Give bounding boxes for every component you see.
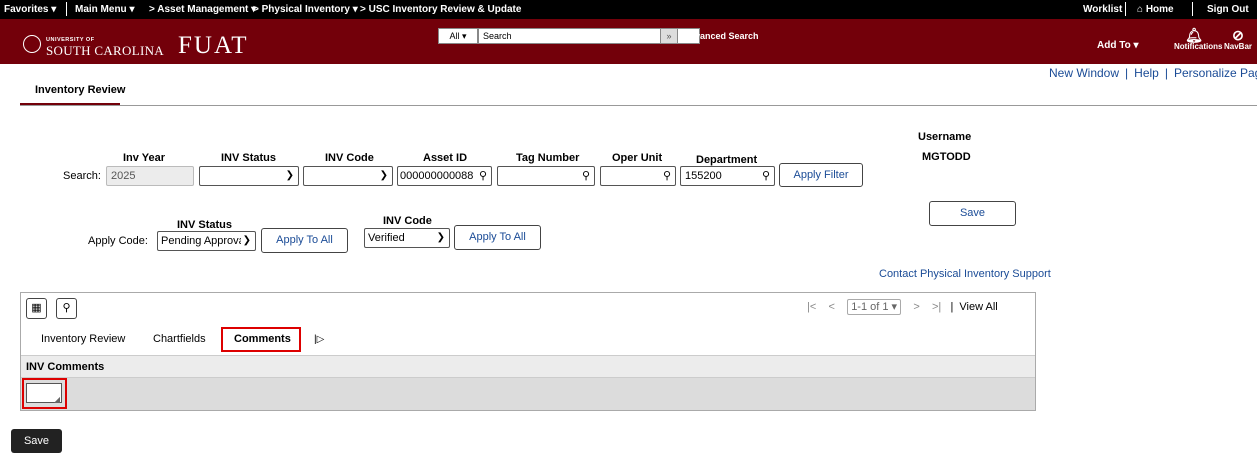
breadcrumb-physical-inventory[interactable]: > Physical Inventory ▾: [253, 4, 358, 15]
chevron-down-icon: ❯: [285, 170, 294, 181]
inv-code-label: INV Code: [325, 152, 374, 164]
chevron-down-icon: ❯: [379, 170, 388, 181]
next-page-icon[interactable]: >: [913, 301, 919, 313]
inv-year-label: Inv Year: [123, 152, 165, 164]
home-link[interactable]: ⌂ Home: [1137, 4, 1174, 15]
utility-links: New Window | Help | Personalize Page: [1049, 66, 1257, 80]
apply-code-label: Apply Code:: [88, 235, 148, 247]
navbar-button[interactable]: ⊘ NavBar: [1224, 28, 1252, 51]
contact-support-link[interactable]: Contact Physical Inventory Support: [879, 268, 1051, 280]
sign-out-link[interactable]: Sign Out: [1207, 4, 1249, 15]
apply-inv-code-select[interactable]: Verified ❯: [364, 228, 450, 248]
highlight-box: [221, 327, 301, 352]
column-inv-comments: INV Comments: [26, 361, 105, 373]
divider: |: [1125, 66, 1129, 80]
app-title: FUAT: [178, 32, 249, 59]
advanced-search-link[interactable]: Advanced Search: [683, 31, 759, 41]
compass-icon: ⊘: [1232, 27, 1244, 43]
table-row: ◢: [21, 378, 1035, 410]
apply-inv-status-select[interactable]: Pending Approva ❯: [157, 231, 256, 251]
apply-to-all-code-button[interactable]: Apply To All: [454, 225, 541, 250]
department-input[interactable]: 155200 ⚲: [680, 166, 775, 186]
tag-number-input[interactable]: ⚲: [497, 166, 595, 186]
apply-to-all-status-button[interactable]: Apply To All: [261, 228, 348, 253]
save-button-top[interactable]: Save: [929, 201, 1016, 226]
breadcrumb-current-page: > USC Inventory Review & Update: [360, 4, 522, 15]
divider: |: [1164, 66, 1168, 80]
divider: [1192, 2, 1193, 16]
favorites-menu[interactable]: Favorites ▾: [4, 4, 56, 15]
asset-id-label: Asset ID: [423, 152, 468, 164]
highlight-box: [22, 378, 67, 409]
previous-page-icon[interactable]: <: [829, 301, 835, 313]
search-icon[interactable]: ⚲: [479, 167, 487, 185]
search-label: Search:: [63, 170, 101, 182]
show-all-columns-icon[interactable]: |▷: [314, 334, 324, 345]
inv-status-select[interactable]: ❯: [199, 166, 299, 186]
home-label: Home: [1145, 4, 1174, 15]
oper-unit-label: Oper Unit: [612, 152, 663, 164]
username-label: Username: [918, 131, 972, 143]
app-header: UNIVERSITY OF SOUTH CAROLINA FUAT All ▾ …: [0, 19, 1257, 64]
chevron-down-icon: ❯: [240, 232, 251, 250]
inv-code-select[interactable]: ❯: [303, 166, 393, 186]
row-range-select[interactable]: 1-1 of 1 ▾: [847, 299, 902, 315]
row-range-value: 1-1 of 1: [851, 301, 889, 313]
divider: [1125, 2, 1126, 16]
university-seal-icon: [23, 35, 41, 53]
apply-inv-code-value: Verified: [368, 232, 405, 244]
search-category-value: All: [449, 31, 460, 41]
personalize-page-link[interactable]: Personalize Page: [1174, 66, 1257, 80]
department-label: Department: [696, 154, 758, 166]
chevron-down-icon: ❯: [436, 232, 445, 243]
inv-status-label: INV Status: [221, 152, 277, 164]
chevron-down-icon: ▾: [462, 31, 467, 41]
grid-tab-inventory-review[interactable]: Inventory Review: [41, 333, 125, 345]
navbar-label: NavBar: [1224, 42, 1253, 51]
search-icon[interactable]: ⚲: [582, 167, 590, 185]
apply-inv-status-label: INV Status: [177, 219, 233, 231]
search-go-icon[interactable]: »: [660, 28, 678, 44]
grid-pager: |< < 1-1 of 1 ▾ > >| | View All: [807, 299, 998, 315]
search-icon[interactable]: ⚲: [663, 167, 671, 185]
main-menu[interactable]: Main Menu ▾: [75, 4, 134, 15]
grid-personalize-icon[interactable]: ▦: [26, 298, 47, 319]
department-value: 155200: [685, 170, 722, 182]
last-page-icon[interactable]: >|: [932, 301, 941, 313]
notifications-button[interactable]: 🔔︎ Notifications: [1174, 27, 1223, 51]
view-all-link[interactable]: View All: [959, 301, 997, 313]
grid-find-icon[interactable]: ⚲: [56, 298, 77, 319]
worklist-link[interactable]: Worklist: [1083, 4, 1122, 15]
apply-filter-button[interactable]: Apply Filter: [779, 163, 863, 187]
grid-tab-chartfields[interactable]: Chartfields: [153, 333, 206, 345]
top-nav-bar: Favorites ▾ Main Menu ▾ > Asset Manageme…: [0, 0, 1257, 19]
tab-inventory-review[interactable]: Inventory Review: [35, 84, 125, 96]
divider: [20, 105, 1257, 106]
apply-inv-status-value: Pending Approva: [161, 235, 245, 247]
divider: [66, 2, 67, 16]
search-category-select[interactable]: All ▾: [438, 28, 478, 44]
inv-year-field: 2025: [106, 166, 194, 186]
username-value: MGTODD: [922, 151, 971, 163]
search-icon[interactable]: ⚲: [762, 167, 770, 185]
asset-id-value: 000000000088: [400, 170, 474, 182]
help-link[interactable]: Help: [1134, 66, 1159, 80]
home-icon: ⌂: [1137, 4, 1144, 15]
save-button[interactable]: Save: [11, 429, 62, 453]
asset-id-input[interactable]: 000000000088 ⚲: [397, 166, 492, 186]
breadcrumb-asset-management[interactable]: > Asset Management ▾: [149, 4, 256, 15]
comments-grid: ▦ ⚲ |< < 1-1 of 1 ▾ > >| | View All Inve…: [20, 292, 1036, 411]
first-page-icon[interactable]: |<: [807, 301, 816, 313]
logo-university-name: SOUTH CAROLINA: [46, 43, 164, 58]
notifications-label: Notifications: [1174, 42, 1223, 51]
add-to-menu[interactable]: Add To ▾: [1097, 40, 1139, 51]
grid-header: INV Comments: [21, 355, 1035, 378]
bell-icon: 🔔︎: [1185, 27, 1203, 43]
tag-number-label: Tag Number: [516, 152, 580, 164]
new-window-link[interactable]: New Window: [1049, 66, 1119, 80]
apply-inv-code-label: INV Code: [383, 215, 432, 227]
oper-unit-input[interactable]: ⚲: [600, 166, 676, 186]
